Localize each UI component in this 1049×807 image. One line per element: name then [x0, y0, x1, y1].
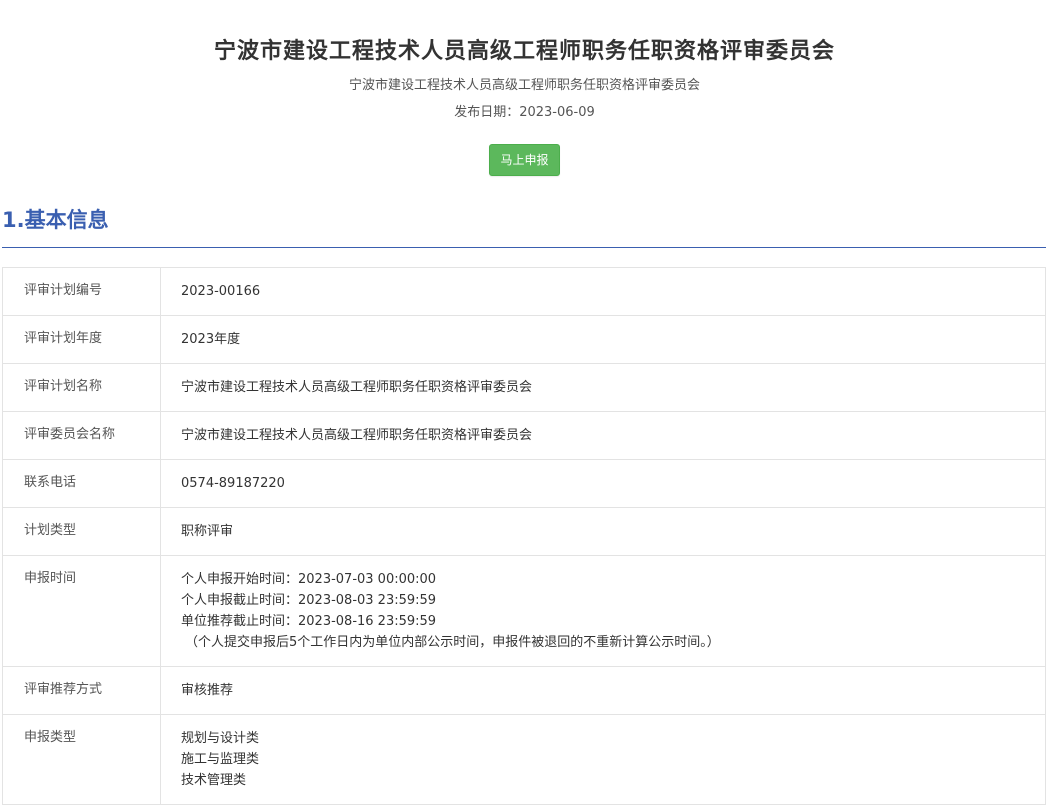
apply-type-item: 技术管理类	[181, 773, 247, 788]
page-title: 宁波市建设工程技术人员高级工程师职务任职资格评审委员会	[213, 39, 835, 64]
row-label: 评审委员会名称	[2, 411, 161, 460]
table-row: 评审委员会名称 宁波市建设工程技术人员高级工程师职务任职资格评审委员会	[2, 411, 1046, 460]
table-row: 评审推荐方式 审核推荐	[2, 666, 1046, 715]
section-title-basic-info: 1.基本信息	[2, 208, 109, 232]
table-row: 评审计划编号 2023-00166	[2, 267, 1046, 316]
apply-type-item: 规划与设计类	[181, 731, 260, 746]
row-value: 2023-00166	[160, 267, 1046, 316]
row-label: 联系电话	[2, 459, 161, 508]
table-row: 评审计划年度 2023年度	[2, 315, 1046, 364]
row-label: 评审推荐方式	[2, 666, 161, 715]
apply-end-time: 个人申报截止时间：2023-08-03 23:59:59	[181, 593, 437, 608]
row-value: 2023年度	[160, 315, 1046, 364]
row-value: 宁波市建设工程技术人员高级工程师职务任职资格评审委员会	[160, 363, 1046, 412]
table-row: 申报类型 规划与设计类 施工与监理类 技术管理类	[2, 714, 1046, 805]
page-header: 宁波市建设工程技术人员高级工程师职务任职资格评审委员会 宁波市建设工程技术人员高…	[0, 0, 1049, 176]
row-label: 申报时间	[2, 555, 161, 667]
apply-type-item: 施工与监理类	[181, 752, 260, 767]
apply-start-time: 个人申报开始时间：2023-07-03 00:00:00	[181, 572, 437, 587]
row-value: 0574-89187220	[160, 459, 1046, 508]
row-label: 评审计划编号	[2, 267, 161, 316]
table-row: 计划类型 职称评审	[2, 507, 1046, 556]
basic-info-table: 评审计划编号 2023-00166 评审计划年度 2023年度 评审计划名称 宁…	[2, 267, 1046, 805]
row-value: 职称评审	[160, 507, 1046, 556]
unit-recommend-end-time: 单位推荐截止时间：2023-08-16 23:59:59	[181, 614, 437, 629]
row-value: 个人申报开始时间：2023-07-03 00:00:00 个人申报截止时间：20…	[160, 555, 1046, 667]
row-value: 审核推荐	[160, 666, 1046, 715]
table-row: 联系电话 0574-89187220	[2, 459, 1046, 508]
row-label: 申报类型	[2, 714, 161, 805]
section-divider	[2, 247, 1046, 248]
publish-date: 发布日期：2023-06-09	[454, 105, 595, 120]
row-value: 规划与设计类 施工与监理类 技术管理类	[160, 714, 1046, 805]
row-label: 计划类型	[2, 507, 161, 556]
apply-now-button[interactable]: 马上申报	[489, 144, 560, 176]
apply-time-note: （个人提交申报后5个工作日内为单位内部公示时间，申报件被退回的不重新计算公示时间…	[185, 635, 720, 650]
page: 宁波市建设工程技术人员高级工程师职务任职资格评审委员会 宁波市建设工程技术人员高…	[0, 0, 1049, 807]
table-row: 评审计划名称 宁波市建设工程技术人员高级工程师职务任职资格评审委员会	[2, 363, 1046, 412]
page-subtitle: 宁波市建设工程技术人员高级工程师职务任职资格评审委员会	[348, 78, 700, 93]
row-value: 宁波市建设工程技术人员高级工程师职务任职资格评审委员会	[160, 411, 1046, 460]
row-label: 评审计划年度	[2, 315, 161, 364]
table-row: 申报时间 个人申报开始时间：2023-07-03 00:00:00 个人申报截止…	[2, 555, 1046, 667]
row-label: 评审计划名称	[2, 363, 161, 412]
